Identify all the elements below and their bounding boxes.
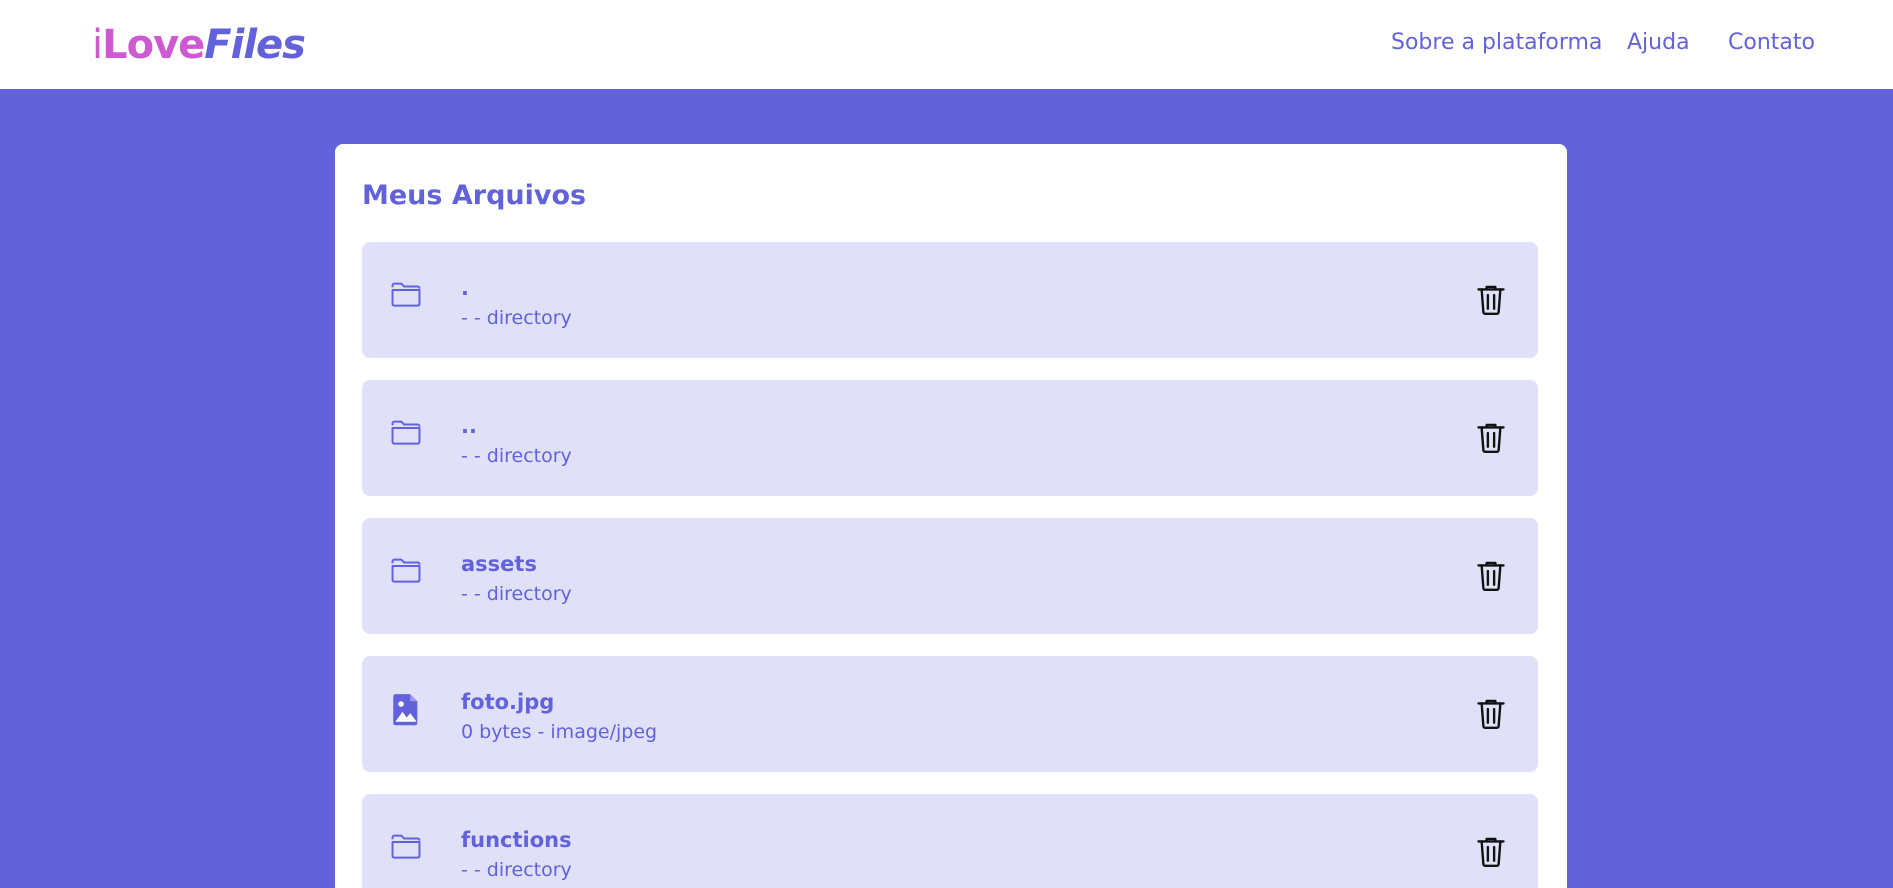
files-panel: Meus Arquivos . - - directory .. - - dir… (335, 144, 1567, 888)
file-meta: - - directory (461, 859, 572, 881)
file-meta: - - directory (461, 307, 572, 329)
file-list: . - - directory .. - - directory assets … (362, 242, 1538, 888)
logo-part-files: Files (204, 22, 306, 68)
trash-icon[interactable] (1476, 559, 1506, 593)
page-title: Meus Arquivos (362, 180, 587, 211)
file-row[interactable]: functions - - directory (362, 794, 1538, 888)
folder-icon (391, 558, 421, 583)
file-row[interactable]: assets - - directory (362, 518, 1538, 634)
file-meta: 0 bytes - image/jpeg (461, 721, 658, 743)
file-name: assets (461, 552, 537, 576)
file-row[interactable]: . - - directory (362, 242, 1538, 358)
file-meta: - - directory (461, 445, 572, 467)
nav-link-contato[interactable]: Contato (1728, 29, 1815, 57)
navbar: iLoveFiles Sobre a plataforma Ajuda Cont… (0, 0, 1893, 89)
file-name: functions (461, 828, 572, 852)
file-row[interactable]: foto.jpg 0 bytes - image/jpeg (362, 656, 1538, 772)
trash-icon[interactable] (1476, 421, 1506, 455)
logo-part-love: Love (102, 22, 205, 68)
image-file-icon (393, 694, 418, 726)
trash-icon[interactable] (1476, 835, 1506, 869)
nav-link-ajuda[interactable]: Ajuda (1627, 29, 1690, 57)
logo-part-i: i (92, 22, 103, 68)
folder-icon (391, 282, 421, 307)
file-name: . (461, 276, 469, 300)
trash-icon[interactable] (1476, 283, 1506, 317)
logo[interactable]: iLoveFiles (92, 22, 306, 68)
trash-icon[interactable] (1476, 697, 1506, 731)
file-name: .. (461, 414, 477, 438)
file-row[interactable]: .. - - directory (362, 380, 1538, 496)
file-name: foto.jpg (461, 690, 555, 714)
folder-icon (391, 420, 421, 445)
file-meta: - - directory (461, 583, 572, 605)
nav-link-sobre[interactable]: Sobre a plataforma (1391, 29, 1602, 57)
folder-icon (391, 834, 421, 859)
